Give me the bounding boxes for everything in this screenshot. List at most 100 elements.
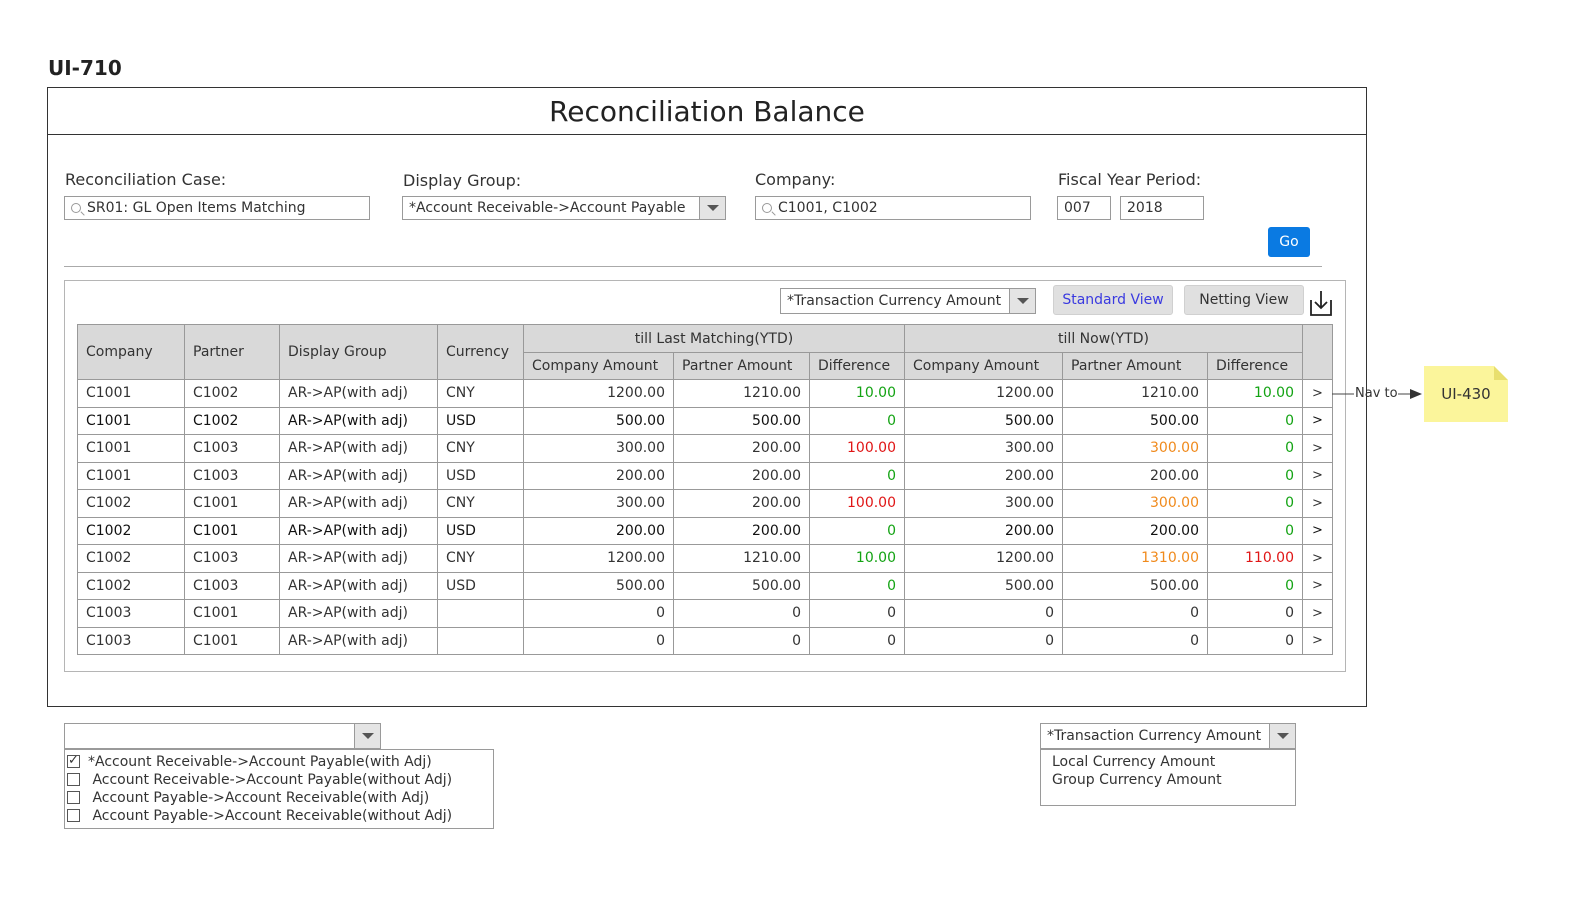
display-group-multiselect[interactable] [64, 723, 381, 749]
amount-type-select[interactable]: *Transaction Currency Amount [780, 288, 1036, 314]
chevron-down-icon[interactable] [1269, 724, 1295, 748]
cell-display-group: AR->AP(with adj) [279, 406, 438, 435]
cell-now-partner-amount: 200.00 [1062, 516, 1208, 545]
cell-partner: C1001 [184, 489, 280, 518]
row-nav-button[interactable]: > [1302, 461, 1333, 490]
cell-last-company-amount: 1200.00 [523, 544, 674, 573]
display-group-select[interactable]: *Account Receivable->Account Payable [402, 196, 726, 220]
cell-display-group: AR->AP(with adj) [279, 571, 438, 600]
col-header-difference: Difference [809, 352, 905, 380]
cell-last-difference: 0 [809, 516, 905, 545]
group-header-now: till Now(YTD) [904, 324, 1303, 353]
row-nav-button[interactable]: > [1302, 379, 1333, 408]
row-nav-button[interactable]: > [1302, 626, 1333, 655]
row-nav-button[interactable]: > [1302, 571, 1333, 600]
cell-company: C1001 [77, 434, 185, 463]
reconciliation-table: Company Partner Display Group Currency t… [77, 324, 1333, 655]
row-nav-button[interactable]: > [1302, 516, 1333, 545]
cell-currency: USD [437, 516, 524, 545]
search-icon [71, 203, 81, 213]
cell-now-company-amount: 300.00 [904, 434, 1063, 463]
chevron-down-icon[interactable] [699, 197, 725, 219]
row-nav-button[interactable]: > [1302, 434, 1333, 463]
checkbox-icon[interactable] [67, 809, 80, 822]
row-nav-button[interactable]: > [1302, 406, 1333, 435]
cell-company: C1002 [77, 516, 185, 545]
list-item[interactable]: Account Receivable->Account Payable(with… [65, 771, 493, 789]
company-input[interactable]: C1001, C1002 [755, 196, 1031, 220]
table-row: C1002 C1001 AR->AP(with adj) CNY 300.00 … [77, 489, 1333, 518]
cell-display-group: AR->AP(with adj) [279, 599, 438, 628]
row-nav-button[interactable]: > [1302, 599, 1333, 628]
cell-now-difference: 0 [1207, 626, 1303, 655]
cell-currency [437, 599, 524, 628]
cell-partner: C1003 [184, 461, 280, 490]
cell-last-company-amount: 500.00 [523, 406, 674, 435]
download-icon[interactable] [1308, 289, 1334, 317]
cell-currency: USD [437, 406, 524, 435]
row-nav-button[interactable]: > [1302, 544, 1333, 573]
row-nav-button[interactable]: > [1302, 489, 1333, 518]
cell-now-difference: 10.00 [1207, 379, 1303, 408]
cell-last-company-amount: 200.00 [523, 461, 674, 490]
list-item[interactable]: Group Currency Amount [1050, 771, 1295, 789]
company-label: Company: [755, 170, 836, 189]
netting-view-button[interactable]: Netting View [1184, 285, 1304, 315]
reconciliation-case-value: SR01: GL Open Items Matching [87, 200, 306, 216]
list-item[interactable]: Account Payable->Account Receivable(with… [65, 807, 493, 825]
fiscal-period-value: 007 [1064, 200, 1091, 216]
cell-now-company-amount: 0 [904, 599, 1063, 628]
checkbox-checked-icon[interactable] [67, 752, 80, 770]
option-label: Account Payable->Account Receivable(with… [92, 790, 430, 806]
standard-view-button[interactable]: Standard View [1053, 285, 1173, 315]
cell-now-company-amount: 500.00 [904, 571, 1063, 600]
reconciliation-case-input[interactable]: SR01: GL Open Items Matching [64, 196, 370, 220]
fiscal-period-input[interactable]: 007 [1057, 196, 1111, 220]
cell-partner: C1001 [184, 516, 280, 545]
cell-now-partner-amount: 0 [1062, 626, 1208, 655]
col-header-display-group: Display Group [279, 324, 438, 380]
cell-now-difference: 0 [1207, 516, 1303, 545]
list-item[interactable]: Account Payable->Account Receivable(with… [65, 789, 493, 807]
col-header-nav [1302, 324, 1333, 380]
chevron-down-icon[interactable] [354, 724, 380, 748]
cell-currency: CNY [437, 434, 524, 463]
go-button[interactable]: Go [1268, 227, 1310, 257]
cell-now-difference: 0 [1207, 406, 1303, 435]
checkbox-icon[interactable] [67, 773, 80, 786]
cell-last-difference: 10.00 [809, 544, 905, 573]
cell-last-partner-amount: 200.00 [673, 516, 810, 545]
fiscal-year-input[interactable]: 2018 [1120, 196, 1204, 220]
amount-type-dropdown[interactable]: *Transaction Currency Amount [1040, 723, 1296, 749]
col-header-difference: Difference [1207, 352, 1303, 380]
cell-company: C1002 [77, 571, 185, 600]
cell-now-company-amount: 1200.00 [904, 379, 1063, 408]
cell-last-partner-amount: 200.00 [673, 461, 810, 490]
cell-now-partner-amount: 500.00 [1062, 571, 1208, 600]
cell-now-difference: 110.00 [1207, 544, 1303, 573]
cell-company: C1002 [77, 544, 185, 573]
cell-display-group: AR->AP(with adj) [279, 489, 438, 518]
amount-type-value: *Transaction Currency Amount [787, 293, 1002, 309]
cell-now-partner-amount: 200.00 [1062, 461, 1208, 490]
cell-partner: C1002 [184, 379, 280, 408]
chevron-down-icon[interactable] [1009, 289, 1035, 313]
sticky-note: UI-430 [1424, 366, 1508, 422]
company-value: C1001, C1002 [778, 200, 878, 216]
cell-now-partner-amount: 300.00 [1062, 489, 1208, 518]
cell-now-company-amount: 1200.00 [904, 544, 1063, 573]
cell-last-difference: 100.00 [809, 434, 905, 463]
divider [64, 266, 1322, 267]
list-item[interactable]: *Account Receivable->Account Payable(wit… [65, 752, 493, 771]
reconciliation-case-label: Reconciliation Case: [65, 170, 227, 189]
cell-now-difference: 0 [1207, 599, 1303, 628]
checkbox-icon[interactable] [67, 791, 80, 804]
screen-id: UI-710 [48, 56, 122, 80]
cell-company: C1003 [77, 626, 185, 655]
cell-last-company-amount: 0 [523, 626, 674, 655]
amount-type-dropdown-value: *Transaction Currency Amount [1047, 728, 1262, 744]
list-item[interactable]: Local Currency Amount [1050, 753, 1295, 771]
cell-last-partner-amount: 200.00 [673, 434, 810, 463]
cell-company: C1002 [77, 489, 185, 518]
cell-last-partner-amount: 1210.00 [673, 544, 810, 573]
